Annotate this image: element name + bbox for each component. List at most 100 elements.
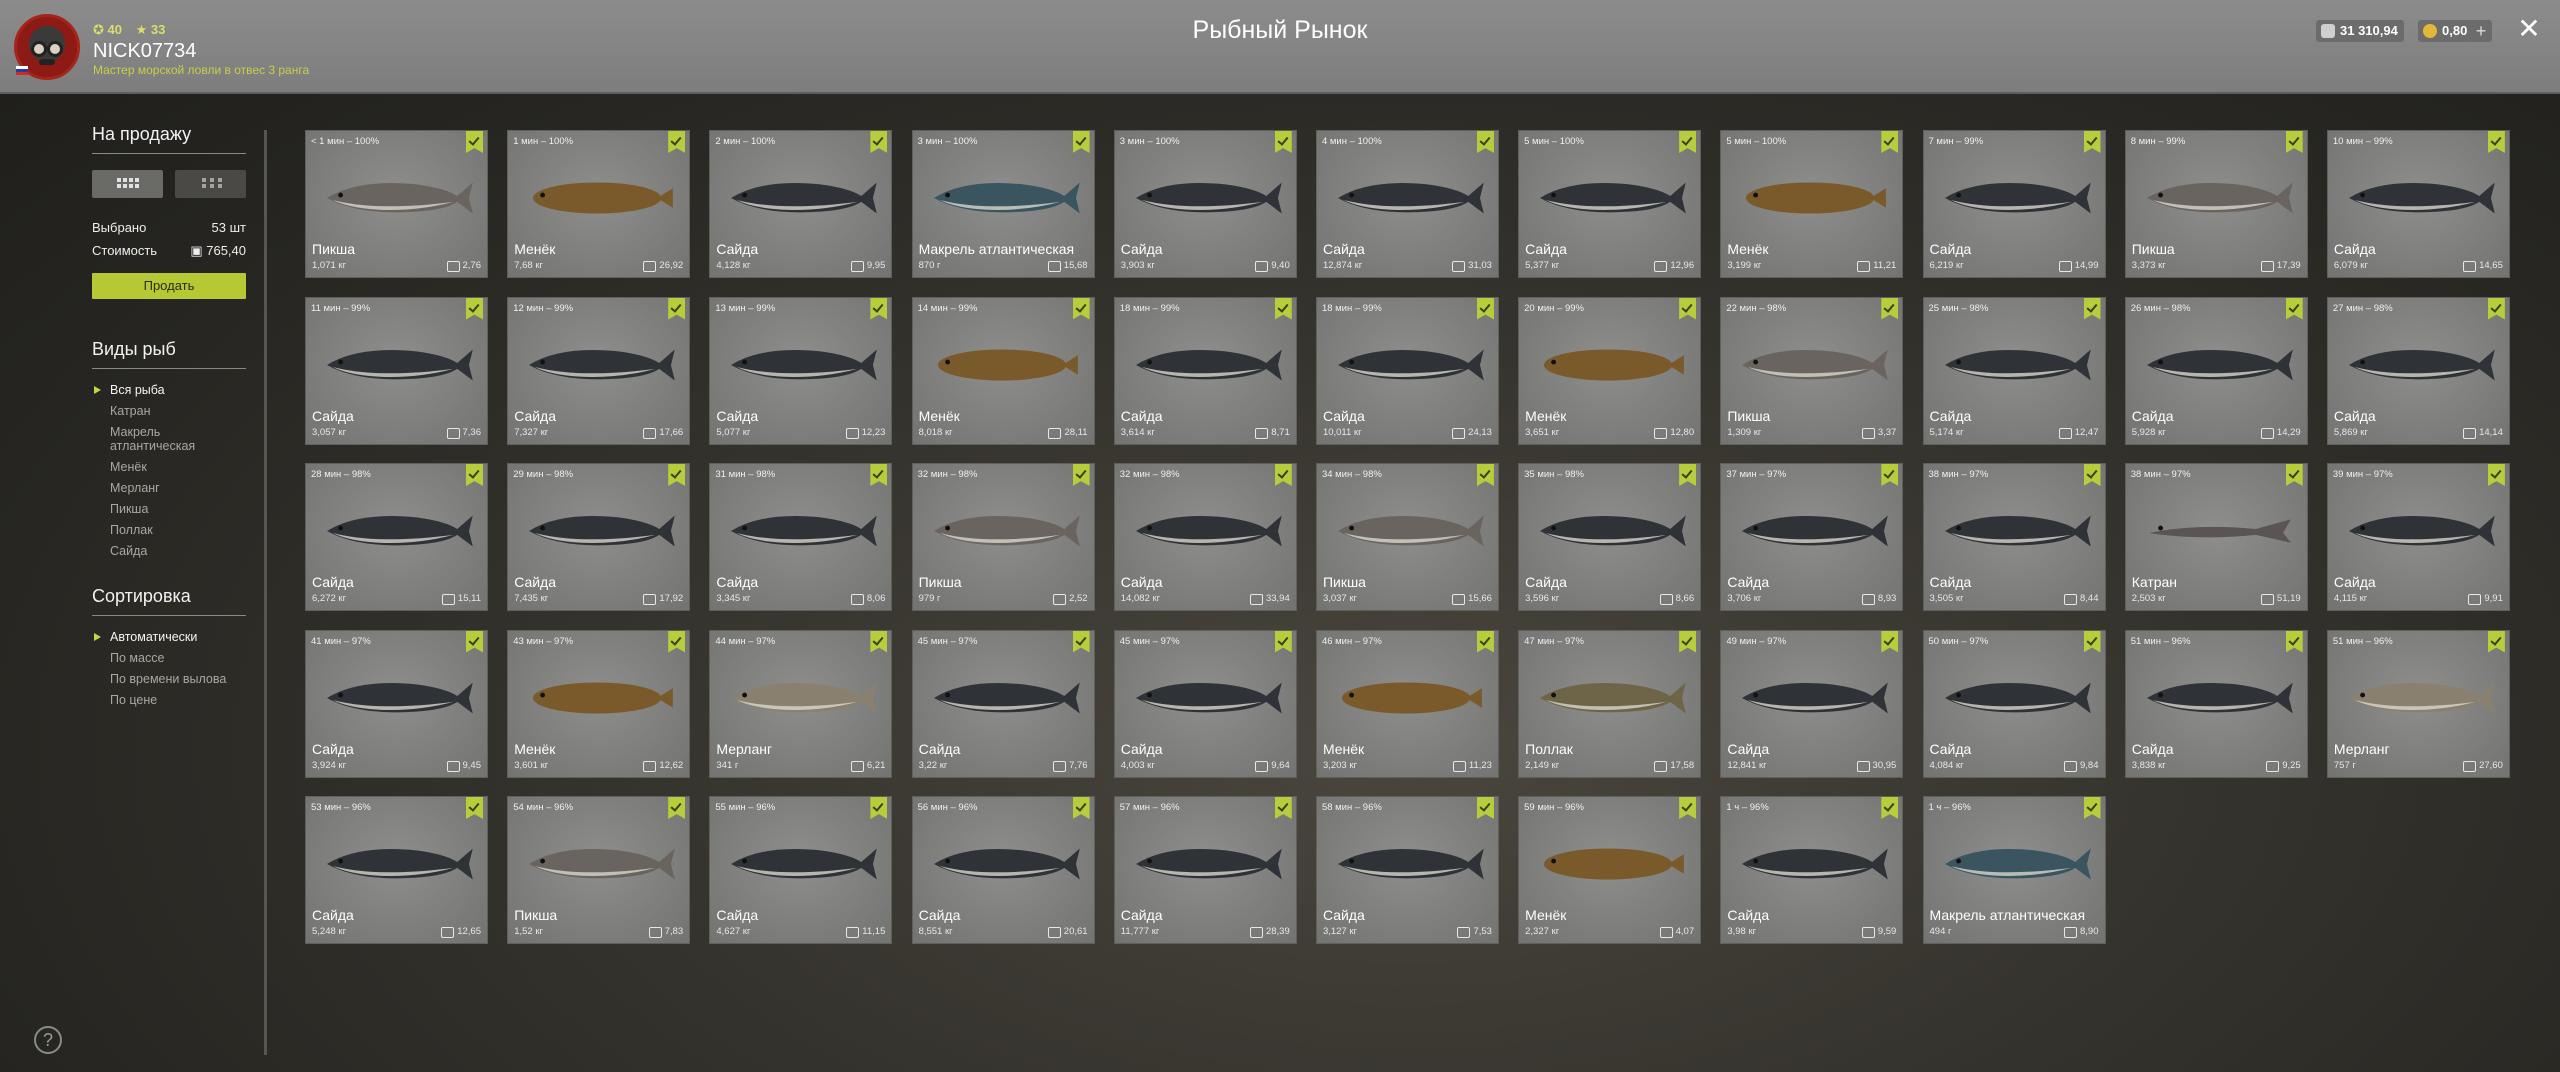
- selected-check-icon[interactable]: [870, 797, 888, 819]
- sell-button[interactable]: Продать: [92, 273, 246, 299]
- selected-check-icon[interactable]: [1679, 131, 1697, 153]
- selected-check-icon[interactable]: [668, 797, 686, 819]
- selected-check-icon[interactable]: [1274, 297, 1292, 320]
- fish-card[interactable]: 31 мин – 98% Сайда 3,345 кг 8,06: [709, 463, 893, 611]
- fish-card[interactable]: 57 мин – 96% Сайда 11,777 кг 28,39: [1113, 796, 1297, 944]
- selected-check-icon[interactable]: [2083, 131, 2101, 153]
- fish-card[interactable]: 37 мин – 97% Сайда 3,706 кг 8,93: [1720, 463, 1904, 611]
- fish-card[interactable]: 32 мин – 98% Пикша 979 г 2,52: [911, 463, 1095, 611]
- selected-check-icon[interactable]: [1476, 131, 1494, 153]
- fish-card[interactable]: 47 мин – 97% Поллак 2,149 кг 17,58: [1518, 629, 1702, 778]
- selected-check-icon[interactable]: [1072, 630, 1090, 653]
- fish-card[interactable]: 34 мин – 98% Пикша 3,037 кг 15,66: [1315, 463, 1499, 611]
- fish-card[interactable]: 1 мин – 100% Менёк 7,68 кг 26,92: [507, 130, 691, 278]
- species-filter-item[interactable]: Менёк: [92, 460, 246, 474]
- selected-check-icon[interactable]: [2285, 464, 2303, 486]
- fish-card[interactable]: 41 мин – 97% Сайда 3,924 кг 9,45: [305, 629, 488, 778]
- fish-card[interactable]: 49 мин – 97% Сайда 12,841 кг 30,95: [1720, 629, 1904, 778]
- selected-check-icon[interactable]: [2285, 630, 2303, 653]
- selected-check-icon[interactable]: [1679, 630, 1697, 653]
- selected-check-icon[interactable]: [1476, 464, 1494, 486]
- fish-card[interactable]: 39 мин – 97% Сайда 4,115 кг 9,91: [2326, 463, 2510, 611]
- fish-card[interactable]: 51 мин – 96% Мерланг 757 г 27,60: [2326, 629, 2510, 778]
- selected-check-icon[interactable]: [1274, 464, 1292, 486]
- fish-card[interactable]: 50 мин – 97% Сайда 4,084 кг 9,84: [1922, 629, 2106, 778]
- fish-card[interactable]: 56 мин – 96% Сайда 8,551 кг 20,61: [911, 796, 1095, 944]
- selected-check-icon[interactable]: [1679, 797, 1697, 819]
- fish-card[interactable]: 20 мин – 99% Менёк 3,651 кг 12,80: [1518, 296, 1702, 445]
- fish-card[interactable]: 18 мин – 99% Сайда 3,614 кг 8,71: [1113, 296, 1297, 445]
- selected-check-icon[interactable]: [1881, 797, 1899, 819]
- selected-check-icon[interactable]: [466, 131, 483, 153]
- selected-check-icon[interactable]: [668, 464, 686, 486]
- selected-check-icon[interactable]: [2285, 131, 2303, 153]
- sort-option-item[interactable]: По цене: [92, 693, 246, 707]
- fish-card[interactable]: 25 мин – 98% Сайда 5,174 кг 12,47: [1922, 296, 2106, 445]
- fish-card[interactable]: 32 мин – 98% Сайда 14,082 кг 33,94: [1113, 463, 1297, 611]
- fish-card[interactable]: 8 мин – 99% Пикша 3,373 кг 17,39: [2124, 130, 2308, 278]
- selected-check-icon[interactable]: [466, 297, 483, 320]
- grid-view-button[interactable]: [92, 170, 163, 198]
- selected-check-icon[interactable]: [2083, 464, 2101, 486]
- selected-check-icon[interactable]: [2083, 797, 2101, 819]
- selected-check-icon[interactable]: [1679, 464, 1697, 486]
- selected-check-icon[interactable]: [1476, 630, 1494, 653]
- fish-card[interactable]: 7 мин – 99% Сайда 6,219 кг 14,99: [1922, 130, 2106, 278]
- add-gold-button[interactable]: +: [2470, 20, 2492, 42]
- selected-check-icon[interactable]: [1679, 297, 1697, 320]
- species-filter-item[interactable]: Мерланг: [92, 481, 246, 495]
- fish-card[interactable]: 46 мин – 97% Менёк 3,203 кг 11,23: [1315, 629, 1499, 778]
- fish-card[interactable]: 1 ч – 96% Макрель атлантическая 494 г 8,90: [1922, 796, 2106, 944]
- fish-card[interactable]: 22 мин – 98% Пикша 1,309 кг 3,37: [1720, 296, 1904, 445]
- selected-check-icon[interactable]: [1072, 797, 1090, 819]
- sort-option-item[interactable]: Автоматически: [92, 630, 246, 644]
- fish-card[interactable]: 3 мин – 100% Макрель атлантическая 870 г 15…: [911, 130, 1095, 278]
- fish-card[interactable]: 45 мин – 97% Сайда 4,003 кг 9,64: [1113, 629, 1297, 778]
- fish-card[interactable]: 27 мин – 98% Сайда 5,869 кг 14,14: [2326, 296, 2510, 445]
- selected-check-icon[interactable]: [1072, 131, 1090, 153]
- fish-card[interactable]: 51 мин – 96% Сайда 3,838 кг 9,25: [2124, 629, 2308, 778]
- selected-check-icon[interactable]: [2083, 297, 2101, 320]
- fish-card[interactable]: 44 мин – 97% Мерланг 341 г 6,21: [709, 629, 893, 778]
- species-filter-item[interactable]: Вся рыба: [92, 383, 246, 397]
- fish-card[interactable]: 28 мин – 98% Сайда 6,272 кг 15,11: [305, 463, 488, 611]
- selected-check-icon[interactable]: [870, 297, 888, 320]
- selected-check-icon[interactable]: [1476, 797, 1494, 819]
- selected-check-icon[interactable]: [2487, 297, 2505, 320]
- fish-card[interactable]: 55 мин – 96% Сайда 4,627 кг 11,15: [709, 796, 893, 944]
- selected-check-icon[interactable]: [2083, 630, 2101, 653]
- selected-check-icon[interactable]: [1072, 297, 1090, 320]
- selected-check-icon[interactable]: [1274, 131, 1292, 153]
- fish-card[interactable]: 12 мин – 99% Сайда 7,327 кг 17,66: [507, 296, 691, 445]
- sort-option-item[interactable]: По времени вылова: [92, 672, 246, 686]
- selected-check-icon[interactable]: [668, 630, 686, 653]
- fish-card[interactable]: 38 мин – 97% Сайда 3,505 кг 8,44: [1922, 463, 2106, 611]
- fish-card[interactable]: 5 мин – 100% Сайда 5,377 кг 12,96: [1518, 130, 1702, 278]
- fish-card[interactable]: 38 мин – 97% Катран 2,503 кг 51,19: [2124, 463, 2308, 611]
- fish-card[interactable]: 10 мин – 99% Сайда 6,079 кг 14,65: [2326, 130, 2510, 278]
- selected-check-icon[interactable]: [1881, 464, 1899, 486]
- fish-card[interactable]: 14 мин – 99% Менёк 8,018 кг 28,11: [911, 296, 1095, 445]
- fish-card[interactable]: 53 мин – 96% Сайда 5,248 кг 12,65: [305, 796, 488, 944]
- sort-option-item[interactable]: По массе: [92, 651, 246, 665]
- help-button[interactable]: ?: [34, 1026, 62, 1054]
- fish-card[interactable]: 29 мин – 98% Сайда 7,435 кг 17,92: [507, 463, 691, 611]
- selected-check-icon[interactable]: [466, 464, 483, 486]
- selected-check-icon[interactable]: [466, 797, 483, 819]
- selected-check-icon[interactable]: [1881, 297, 1899, 320]
- selected-check-icon[interactable]: [1881, 630, 1899, 653]
- species-filter-item[interactable]: Сайда: [92, 544, 246, 558]
- fish-card[interactable]: 58 мин – 96% Сайда 3,127 кг 7,53: [1315, 796, 1499, 944]
- fish-card[interactable]: 3 мин – 100% Сайда 3,903 кг 9,40: [1113, 130, 1297, 278]
- fish-card[interactable]: 54 мин – 96% Пикша 1,52 кг 7,83: [507, 796, 691, 944]
- selected-check-icon[interactable]: [2487, 131, 2505, 153]
- fish-card[interactable]: 2 мин – 100% Сайда 4,128 кг 9,95: [709, 130, 893, 278]
- fish-card[interactable]: 4 мин – 100% Сайда 12,874 кг 31,03: [1315, 130, 1499, 278]
- species-filter-item[interactable]: Катран: [92, 404, 246, 418]
- fish-card[interactable]: 13 мин – 99% Сайда 5,077 кг 12,23: [709, 296, 893, 445]
- fish-card[interactable]: 43 мин – 97% Менёк 3,601 кг 12,62: [507, 629, 691, 778]
- selected-check-icon[interactable]: [1274, 630, 1292, 653]
- selected-check-icon[interactable]: [2487, 464, 2505, 486]
- selected-check-icon[interactable]: [870, 131, 888, 153]
- selected-check-icon[interactable]: [668, 297, 686, 320]
